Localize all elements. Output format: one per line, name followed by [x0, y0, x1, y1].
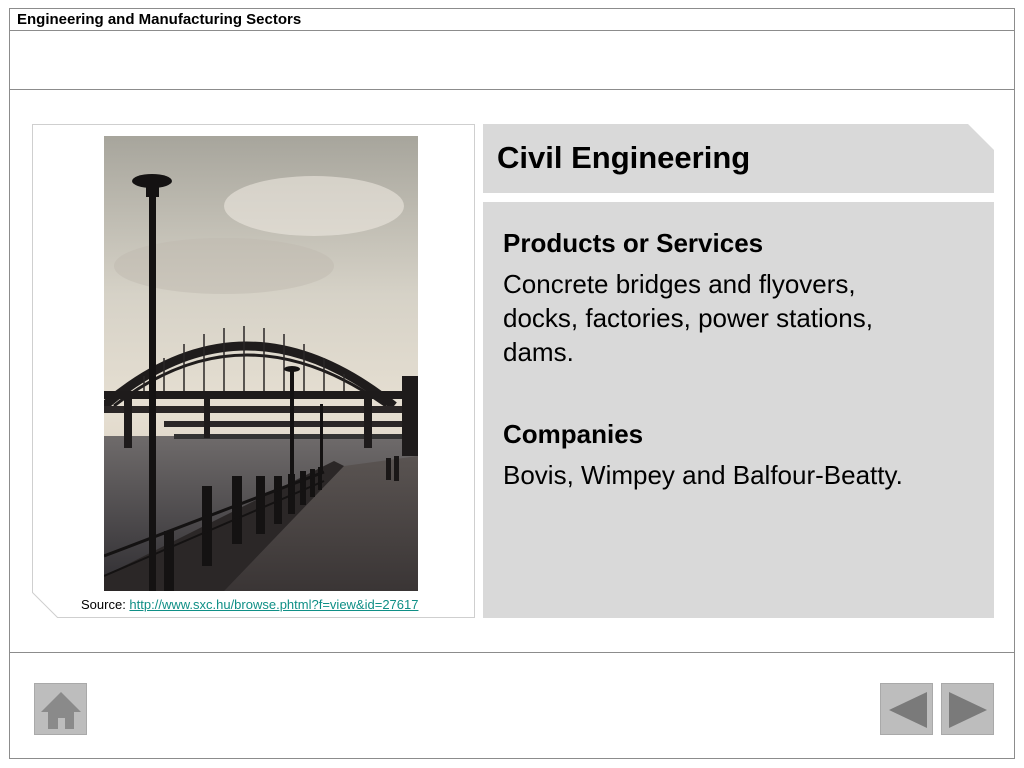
- content-box: Products or Services Concrete bridges an…: [483, 202, 994, 618]
- heading-box: Civil Engineering: [483, 124, 994, 193]
- bridge-photo: [104, 136, 418, 591]
- triangle-right-icon: [949, 692, 987, 728]
- footer-divider: [9, 652, 1015, 653]
- panel-corner: [32, 592, 58, 618]
- title-bar: Engineering and Manufacturing Sectors: [9, 8, 1015, 31]
- companies-heading: Companies: [503, 419, 644, 449]
- next-button[interactable]: [941, 683, 994, 735]
- source-label: Source:: [81, 597, 130, 612]
- header-divider: [9, 89, 1015, 90]
- home-icon: [41, 692, 81, 729]
- triangle-left-icon: [889, 692, 927, 728]
- source-link[interactable]: http://www.sxc.hu/browse.phtml?f=view&id…: [129, 597, 418, 612]
- image-source: Source: http://www.sxc.hu/browse.phtml?f…: [81, 597, 418, 612]
- companies-text: Bovis, Wimpey and Balfour-Beatty.: [503, 460, 903, 490]
- products-heading: Products or Services: [503, 228, 764, 258]
- previous-button[interactable]: [880, 683, 933, 735]
- slide-heading: Civil Engineering: [497, 140, 751, 175]
- products-text: Concrete bridges and flyovers, docks, fa…: [503, 269, 873, 367]
- page-title: Engineering and Manufacturing Sectors: [17, 11, 302, 28]
- home-button[interactable]: [34, 683, 87, 735]
